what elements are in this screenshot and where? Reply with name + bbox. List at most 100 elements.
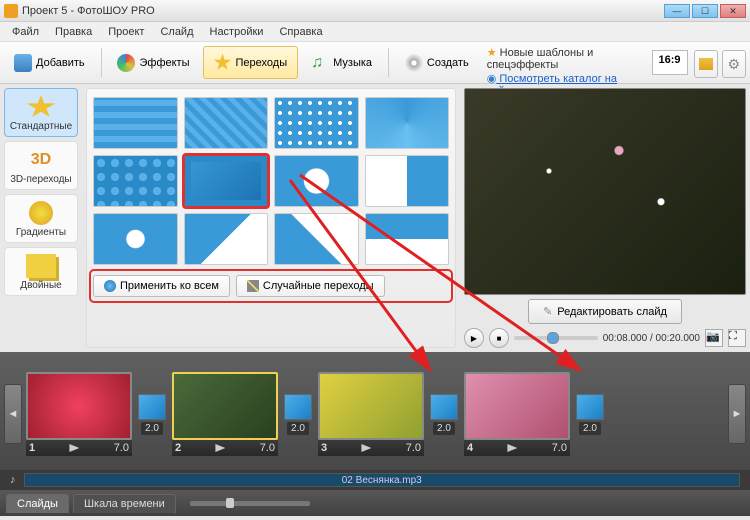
close-button[interactable]: ✕	[720, 4, 746, 18]
left-panel: Стандартные 3D 3D-переходы Градиенты Дво…	[0, 84, 460, 352]
timeline-slide[interactable]: 2 7.0	[172, 372, 278, 456]
add-button[interactable]: Добавить	[3, 46, 96, 79]
transition-thumb-small[interactable]	[430, 394, 458, 420]
transition-thumb[interactable]	[365, 213, 450, 265]
menu-edit[interactable]: Правка	[47, 24, 100, 40]
create-button[interactable]: Создать	[394, 46, 480, 79]
transition-thumb[interactable]	[93, 97, 178, 149]
transitions-button[interactable]: Переходы	[203, 46, 299, 79]
play-icon[interactable]	[215, 444, 225, 452]
sphere-icon	[104, 280, 116, 292]
effects-button[interactable]: Эффекты	[106, 46, 200, 79]
star-icon	[214, 54, 232, 72]
music-button[interactable]: ♫ Музыка	[300, 46, 383, 79]
transition-thumb-small[interactable]	[284, 394, 312, 420]
transition-thumb[interactable]	[93, 155, 178, 207]
transition-thumb[interactable]	[184, 213, 269, 265]
tab-timeline[interactable]: Шкала времени	[73, 494, 176, 513]
transition-thumb[interactable]	[184, 97, 269, 149]
transition-slot[interactable]: 2.0	[430, 394, 458, 435]
slide-duration: 7.0	[406, 442, 421, 454]
transition-thumb[interactable]	[274, 97, 359, 149]
timeline-slide[interactable]: 3 7.0	[318, 372, 424, 456]
category-gradients[interactable]: Градиенты	[4, 194, 78, 243]
info-line1: Новые шаблоны и спецэффекты	[487, 47, 594, 71]
edit-slide-button[interactable]: ✎ Редактировать слайд	[528, 299, 682, 324]
play-icon[interactable]	[361, 444, 371, 452]
info-box: ★ Новые шаблоны и спецэффекты ◉ Посмотре…	[481, 44, 648, 81]
aspect-ratio-button[interactable]: 16:9	[652, 50, 688, 75]
preview-pane[interactable]	[464, 88, 746, 295]
category-3d[interactable]: 3D 3D-переходы	[4, 141, 78, 190]
playback-controls: ▶ ■ 00:08.000 / 00:20.000 📷 ⛶	[464, 328, 746, 348]
titlebar: Проект 5 - ФотоШОУ PRO — ☐ ✕	[0, 0, 750, 22]
gradient-icon	[29, 201, 53, 225]
maximize-button[interactable]: ☐	[692, 4, 718, 18]
play-button[interactable]: ▶	[464, 328, 484, 348]
transition-slot[interactable]: 2.0	[284, 394, 312, 435]
image-icon	[699, 58, 713, 70]
palette-icon	[117, 54, 135, 72]
slide-bar: 3 7.0	[318, 440, 424, 456]
category-double[interactable]: Двойные	[4, 247, 78, 296]
audio-icon: ♪	[10, 474, 16, 486]
menu-file[interactable]: Файл	[4, 24, 47, 40]
slide-duration: 7.0	[114, 442, 129, 454]
create-label: Создать	[427, 57, 469, 69]
transition-thumb[interactable]	[365, 155, 450, 207]
transition-slot[interactable]: 2.0	[138, 394, 166, 435]
timeline-slide[interactable]: 1 7.0	[26, 372, 132, 456]
timeline-next-button[interactable]: ►	[728, 384, 746, 444]
timeline-strip: 1 7.0 2.0 2 7.0 2.0 3 7.0 2.0 4 7.0 2.0	[26, 372, 724, 456]
pencil-icon: ✎	[543, 305, 552, 318]
menu-settings[interactable]: Настройки	[202, 24, 272, 40]
play-icon[interactable]	[69, 444, 79, 452]
slide-thumb[interactable]	[26, 372, 132, 440]
slide-number: 2	[175, 442, 181, 454]
slide-thumb[interactable]	[172, 372, 278, 440]
minimize-button[interactable]: —	[664, 4, 690, 18]
transition-thumb-small[interactable]	[576, 394, 604, 420]
transitions-grid	[91, 95, 451, 271]
timeline-prev-button[interactable]: ◄	[4, 384, 22, 444]
zoom-slider[interactable]	[190, 501, 310, 506]
slide-thumb[interactable]	[318, 372, 424, 440]
transition-slot[interactable]: 2.0	[576, 394, 604, 435]
transition-thumb[interactable]	[274, 155, 359, 207]
stop-button[interactable]: ■	[489, 328, 509, 348]
play-icon[interactable]	[507, 444, 517, 452]
menubar: Файл Правка Проект Слайд Настройки Справ…	[0, 22, 750, 42]
bottom-actions: Применить ко всем Случайные переходы	[91, 271, 451, 301]
slide-bar: 1 7.0	[26, 440, 132, 456]
audio-track[interactable]: 02 Веснянка.mp3	[24, 473, 741, 487]
menu-project[interactable]: Проект	[100, 24, 152, 40]
transition-thumb[interactable]	[93, 213, 178, 265]
apply-all-button[interactable]: Применить ко всем	[93, 275, 230, 297]
seek-slider[interactable]	[514, 336, 598, 340]
slide-thumb[interactable]	[464, 372, 570, 440]
music-note-icon: ♫	[311, 54, 329, 72]
snapshot-button[interactable]: 📷	[705, 329, 723, 347]
category-sidebar: Стандартные 3D 3D-переходы Градиенты Дво…	[0, 84, 82, 352]
settings-button[interactable]: ⚙	[722, 50, 746, 78]
category-standard[interactable]: Стандартные	[4, 88, 78, 137]
slide-bar: 4 7.0	[464, 440, 570, 456]
effects-label: Эффекты	[139, 57, 189, 69]
double-icon	[26, 254, 56, 278]
tab-slides[interactable]: Слайды	[6, 494, 69, 513]
transitions-grid-wrap: Применить ко всем Случайные переходы	[86, 88, 456, 348]
time-display: 00:08.000 / 00:20.000	[603, 333, 700, 344]
transition-thumb-selected[interactable]	[184, 155, 269, 207]
transition-thumb[interactable]	[365, 97, 450, 149]
fullscreen-button[interactable]: ⛶	[728, 329, 746, 347]
menu-help[interactable]: Справка	[271, 24, 330, 40]
screenshot-button[interactable]	[694, 50, 718, 78]
timeline-slide[interactable]: 4 7.0	[464, 372, 570, 456]
transition-thumb[interactable]	[274, 213, 359, 265]
transition-thumb-small[interactable]	[138, 394, 166, 420]
transitions-label: Переходы	[236, 57, 288, 69]
menu-slide[interactable]: Слайд	[152, 24, 201, 40]
slide-number: 4	[467, 442, 473, 454]
random-transitions-button[interactable]: Случайные переходы	[236, 275, 385, 297]
audio-track-row: ♪ 02 Веснянка.mp3	[0, 470, 750, 490]
